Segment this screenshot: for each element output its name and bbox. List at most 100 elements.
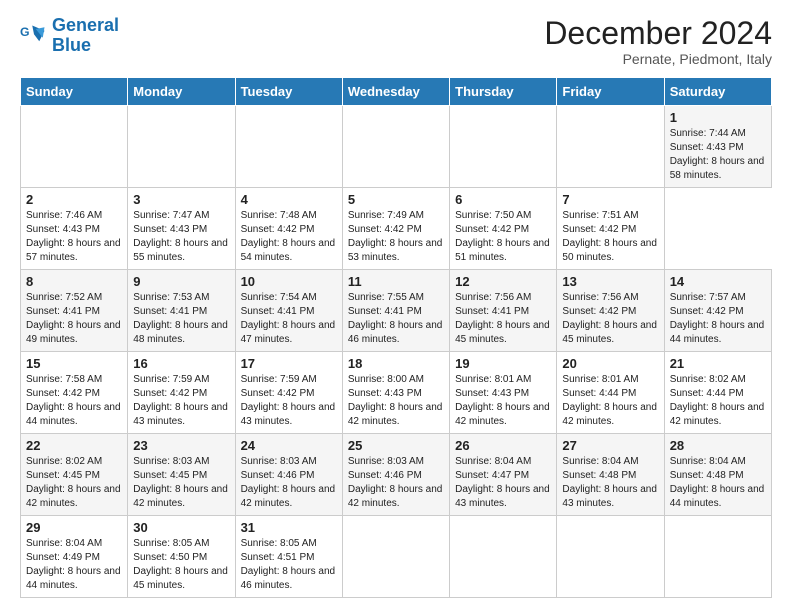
day-number: 16: [133, 356, 229, 371]
cell-text: Sunrise: 8:04 AMSunset: 4:47 PMDaylight:…: [455, 455, 551, 511]
calendar-cell: 23 Sunrise: 8:03 AMSunset: 4:45 PMDayligh…: [128, 434, 235, 516]
week-row-5: 29Sunrise: 8:04 AMSunset: 4:49 PMDayligh…: [21, 516, 772, 598]
cell-text: Sunrise: 8:03 AMSunset: 4:46 PMDaylight:…: [348, 455, 444, 511]
day-number: 2: [26, 192, 122, 207]
day-number: 18: [348, 356, 444, 371]
header: G General Blue December 2024 Pernate, Pi…: [20, 16, 772, 67]
calendar-cell: 26 Sunrise: 8:04 AMSunset: 4:47 PMDayligh…: [450, 434, 557, 516]
calendar-cell: 13 Sunrise: 7:56 AMSunset: 4:42 PMDayligh…: [557, 270, 664, 352]
calendar-cell: 21 Sunrise: 8:02 AMSunset: 4:44 PMDayligh…: [664, 352, 771, 434]
cell-text: Sunrise: 8:00 AMSunset: 4:43 PMDaylight:…: [348, 373, 444, 429]
cell-text: Sunrise: 8:03 AMSunset: 4:46 PMDaylight:…: [241, 455, 337, 511]
week-row-4: 22 Sunrise: 8:02 AMSunset: 4:45 PMDayligh…: [21, 434, 772, 516]
day-number: 4: [241, 192, 337, 207]
calendar-cell: 12Sunrise: 7:56 AMSunset: 4:41 PMDayligh…: [450, 270, 557, 352]
cell-text: Sunrise: 7:49 AMSunset: 4:42 PMDaylight:…: [348, 209, 444, 265]
week-row-0: 1Sunrise: 7:44 AMSunset: 4:43 PMDaylight…: [21, 106, 772, 188]
cell-text: Sunrise: 8:03 AMSunset: 4:45 PMDaylight:…: [133, 455, 229, 511]
day-number: 7: [562, 192, 658, 207]
header-cell-monday: Monday: [128, 78, 235, 106]
calendar-cell: [450, 516, 557, 598]
day-number: 31: [241, 520, 337, 535]
day-number: 3: [133, 192, 229, 207]
cell-text: Sunrise: 7:54 AMSunset: 4:41 PMDaylight:…: [241, 291, 337, 347]
cell-text: Sunrise: 7:53 AMSunset: 4:41 PMDaylight:…: [133, 291, 229, 347]
calendar-cell: 30 Sunrise: 8:05 AMSunset: 4:50 PMDayligh…: [128, 516, 235, 598]
header-cell-thursday: Thursday: [450, 78, 557, 106]
day-number: 28: [670, 438, 766, 453]
cell-text: Sunrise: 7:59 AMSunset: 4:42 PMDaylight:…: [133, 373, 229, 429]
logo-icon: G: [20, 22, 48, 50]
month-title: December 2024: [544, 16, 772, 51]
title-block: December 2024 Pernate, Piedmont, Italy: [544, 16, 772, 67]
svg-text:G: G: [20, 25, 30, 39]
day-number: 30: [133, 520, 229, 535]
day-number: 26: [455, 438, 551, 453]
calendar-cell: [21, 106, 128, 188]
calendar-cell: [235, 106, 342, 188]
cell-text: Sunrise: 7:56 AMSunset: 4:41 PMDaylight:…: [455, 291, 551, 347]
calendar-cell: 4Sunrise: 7:48 AMSunset: 4:42 PMDaylight…: [235, 188, 342, 270]
day-number: 21: [670, 356, 766, 371]
calendar-cell: [128, 106, 235, 188]
day-number: 14: [670, 274, 766, 289]
cell-text: Sunrise: 7:51 AMSunset: 4:42 PMDaylight:…: [562, 209, 658, 265]
cell-text: Sunrise: 7:47 AMSunset: 4:43 PMDaylight:…: [133, 209, 229, 265]
calendar-cell: [557, 516, 664, 598]
cell-text: Sunrise: 7:57 AMSunset: 4:42 PMDaylight:…: [670, 291, 766, 347]
cell-text: Sunrise: 7:59 AMSunset: 4:42 PMDaylight:…: [241, 373, 337, 429]
calendar-cell: 29Sunrise: 8:04 AMSunset: 4:49 PMDayligh…: [21, 516, 128, 598]
cell-text: Sunrise: 7:56 AMSunset: 4:42 PMDaylight:…: [562, 291, 658, 347]
calendar-cell: 1Sunrise: 7:44 AMSunset: 4:43 PMDaylight…: [664, 106, 771, 188]
logo-line2: Blue: [52, 35, 91, 55]
cell-text: Sunrise: 7:52 AMSunset: 4:41 PMDaylight:…: [26, 291, 122, 347]
calendar-cell: [342, 106, 449, 188]
calendar-cell: 8 Sunrise: 7:52 AMSunset: 4:41 PMDaylight…: [21, 270, 128, 352]
calendar-table: SundayMondayTuesdayWednesdayThursdayFrid…: [20, 77, 772, 598]
calendar-cell: 19 Sunrise: 8:01 AMSunset: 4:43 PMDayligh…: [450, 352, 557, 434]
page: G General Blue December 2024 Pernate, Pi…: [0, 0, 792, 612]
calendar-cell: 10Sunrise: 7:54 AMSunset: 4:41 PMDayligh…: [235, 270, 342, 352]
week-row-1: 2 Sunrise: 7:46 AMSunset: 4:43 PMDaylight…: [21, 188, 772, 270]
day-number: 19: [455, 356, 551, 371]
calendar-cell: [557, 106, 664, 188]
cell-text: Sunrise: 7:55 AMSunset: 4:41 PMDaylight:…: [348, 291, 444, 347]
calendar-cell: 16 Sunrise: 7:59 AMSunset: 4:42 PMDayligh…: [128, 352, 235, 434]
calendar-cell: 15 Sunrise: 7:58 AMSunset: 4:42 PMDayligh…: [21, 352, 128, 434]
cell-text: Sunrise: 8:01 AMSunset: 4:43 PMDaylight:…: [455, 373, 551, 429]
cell-text: Sunrise: 7:46 AMSunset: 4:43 PMDaylight:…: [26, 209, 122, 265]
day-number: 8: [26, 274, 122, 289]
week-row-3: 15 Sunrise: 7:58 AMSunset: 4:42 PMDayligh…: [21, 352, 772, 434]
day-number: 17: [241, 356, 337, 371]
day-number: 25: [348, 438, 444, 453]
day-number: 22: [26, 438, 122, 453]
calendar-cell: 25 Sunrise: 8:03 AMSunset: 4:46 PMDayligh…: [342, 434, 449, 516]
cell-text: Sunrise: 8:05 AMSunset: 4:51 PMDaylight:…: [241, 537, 337, 593]
header-row: SundayMondayTuesdayWednesdayThursdayFrid…: [21, 78, 772, 106]
calendar-cell: 22 Sunrise: 8:02 AMSunset: 4:45 PMDayligh…: [21, 434, 128, 516]
calendar-cell: 31 Sunrise: 8:05 AMSunset: 4:51 PMDayligh…: [235, 516, 342, 598]
logo-line1: General: [52, 15, 119, 35]
calendar-cell: 14 Sunrise: 7:57 AMSunset: 4:42 PMDayligh…: [664, 270, 771, 352]
day-number: 13: [562, 274, 658, 289]
cell-text: Sunrise: 7:58 AMSunset: 4:42 PMDaylight:…: [26, 373, 122, 429]
day-number: 11: [348, 274, 444, 289]
calendar-cell: 24Sunrise: 8:03 AMSunset: 4:46 PMDayligh…: [235, 434, 342, 516]
header-cell-saturday: Saturday: [664, 78, 771, 106]
header-cell-friday: Friday: [557, 78, 664, 106]
calendar-cell: 18 Sunrise: 8:00 AMSunset: 4:43 PMDayligh…: [342, 352, 449, 434]
calendar-cell: 20Sunrise: 8:01 AMSunset: 4:44 PMDayligh…: [557, 352, 664, 434]
calendar-cell: [664, 516, 771, 598]
day-number: 23: [133, 438, 229, 453]
day-number: 9: [133, 274, 229, 289]
calendar-cell: 5Sunrise: 7:49 AMSunset: 4:42 PMDaylight…: [342, 188, 449, 270]
calendar-cell: 3 Sunrise: 7:47 AMSunset: 4:43 PMDaylight…: [128, 188, 235, 270]
cell-text: Sunrise: 8:05 AMSunset: 4:50 PMDaylight:…: [133, 537, 229, 593]
cell-text: Sunrise: 7:50 AMSunset: 4:42 PMDaylight:…: [455, 209, 551, 265]
day-number: 15: [26, 356, 122, 371]
header-cell-tuesday: Tuesday: [235, 78, 342, 106]
day-number: 6: [455, 192, 551, 207]
header-cell-sunday: Sunday: [21, 78, 128, 106]
cell-text: Sunrise: 8:02 AMSunset: 4:45 PMDaylight:…: [26, 455, 122, 511]
cell-text: Sunrise: 8:02 AMSunset: 4:44 PMDaylight:…: [670, 373, 766, 429]
